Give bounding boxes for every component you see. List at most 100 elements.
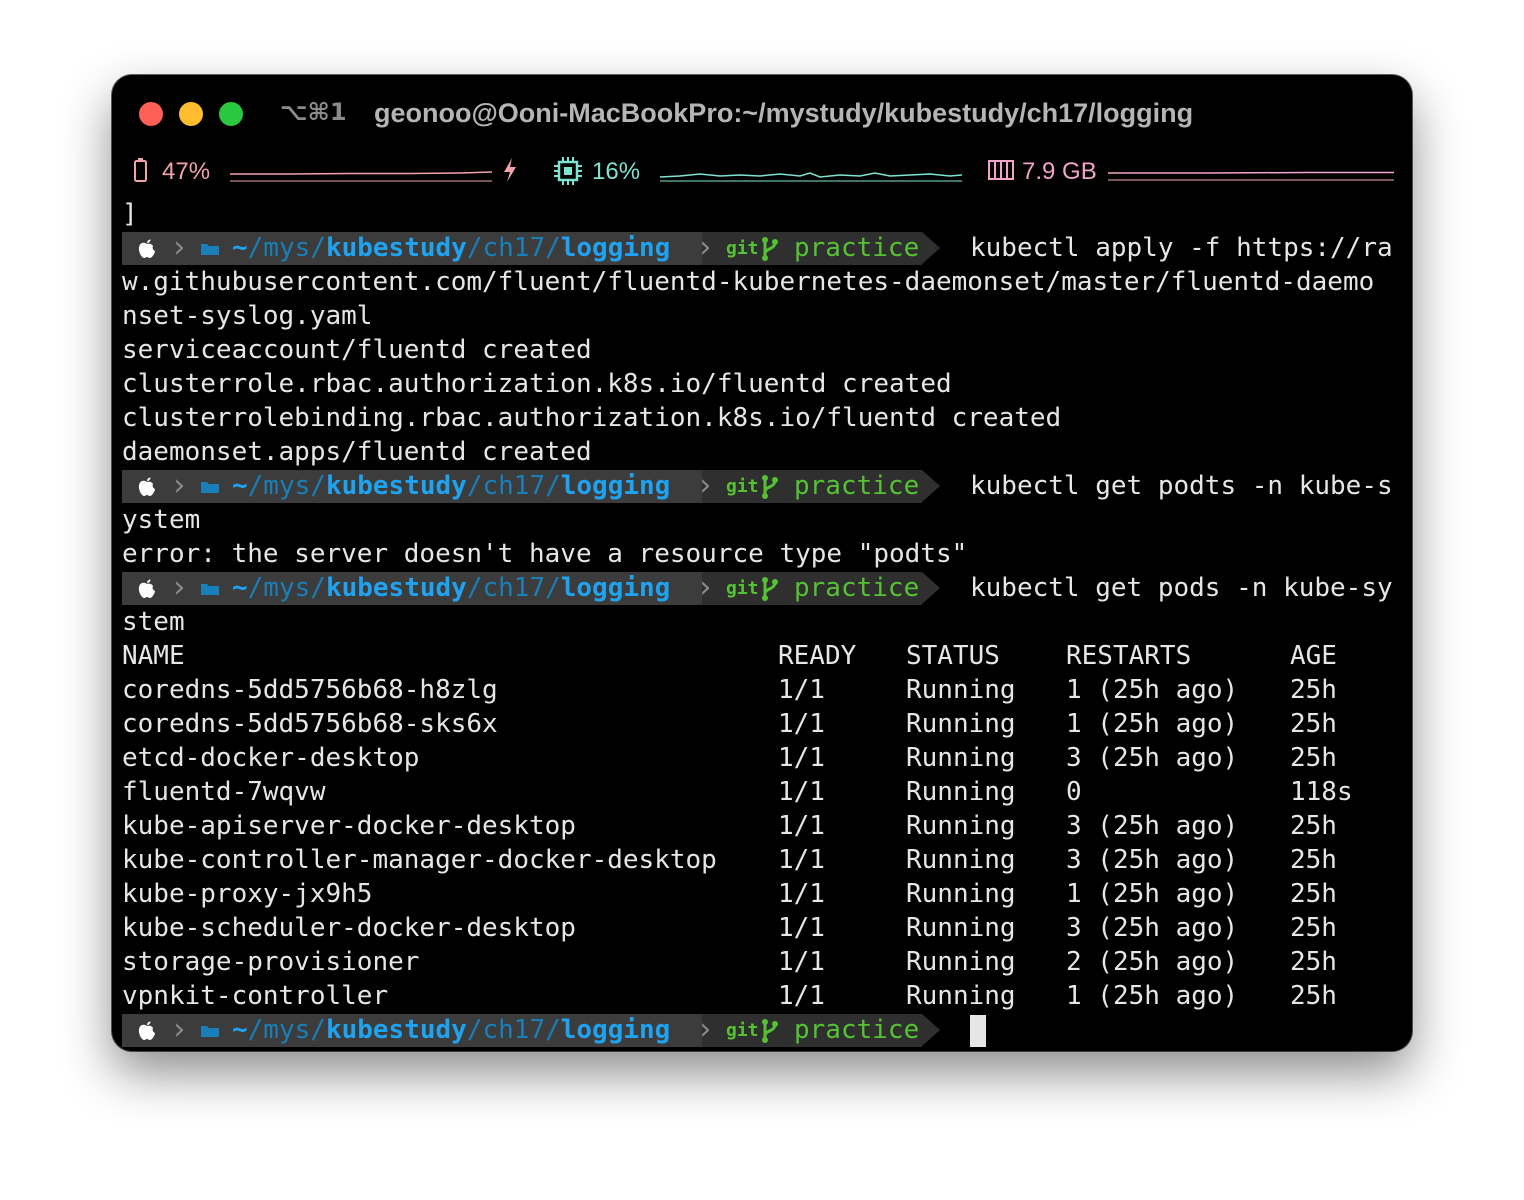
- terminal-window[interactable]: ⌥⌘1 geonoo@Ooni-MacBookPro:~/mystudy/kub…: [112, 75, 1412, 1051]
- table-cell: 1/1: [778, 981, 825, 1011]
- git-label: git: [726, 578, 759, 599]
- memory-sparkline: [1108, 171, 1394, 181]
- window-title: geonoo@Ooni-MacBookPro:~/mystudy/kubestu…: [374, 98, 1194, 128]
- git-branch: practice: [794, 1015, 920, 1045]
- prompt-line: › ~/mys/kubestudy/ch17/logging › git pra…: [122, 469, 1412, 503]
- battery-icon: [134, 158, 147, 182]
- table-row: kube-apiserver-docker-desktop 1/1 Running 3…: [122, 809, 1412, 843]
- folder-icon: [201, 482, 219, 493]
- table-header: NAME READY STATUS RESTARTS AGE: [122, 639, 1412, 673]
- table-cell: Running: [906, 879, 1016, 909]
- memory-usage: 7.9 GB: [1022, 158, 1097, 185]
- prompt-path: ~/mys/kubestudy/ch17/logging: [232, 573, 671, 603]
- text-cursor[interactable]: [970, 1015, 986, 1047]
- table-row: coredns-5dd5756b68-h8zlg 1/1 Running 1 (25h…: [122, 673, 1412, 707]
- output-line: ystem: [122, 505, 201, 535]
- segment-separator: ›: [696, 230, 715, 265]
- folder-icon: [201, 584, 219, 595]
- table-row: coredns-5dd5756b68-sks6x 1/1 Running 1 (25h…: [122, 707, 1412, 741]
- prompt: › ~/mys/kubestudy/ch17/logging › git pra…: [122, 572, 940, 605]
- status-bar: 47% 16% 7.9 GB: [112, 155, 1412, 191]
- minimize-button[interactable]: [179, 102, 203, 126]
- table-cell: vpnkit-controller: [122, 981, 389, 1011]
- git-label: git: [726, 1020, 759, 1041]
- prompt: › ~/mys/kubestudy/ch17/logging › git pra…: [122, 230, 940, 265]
- git-label: git: [726, 238, 759, 259]
- title-bar[interactable]: ⌥⌘1 geonoo@Ooni-MacBookPro:~/mystudy/kub…: [112, 75, 1412, 151]
- prompt-path: ~/mys/kubestudy/ch17/logging: [232, 471, 671, 501]
- prompt-line: › ~/mys/kubestudy/ch17/logging › git pra…: [122, 231, 1412, 265]
- table-cell: Running: [906, 811, 1016, 841]
- prompt-path: ~/mys/kubestudy/ch17/logging: [232, 233, 671, 263]
- table-cell: 1 (25h ago): [1066, 981, 1239, 1011]
- table-cell: 2 (25h ago): [1066, 947, 1239, 977]
- table-cell: 3 (25h ago): [1066, 811, 1239, 841]
- charging-bolt-icon: [504, 158, 516, 182]
- zoom-button[interactable]: [219, 102, 243, 126]
- table-cell: Running: [906, 777, 1016, 807]
- output-line: clusterrole.rbac.authorization.k8s.io/fl…: [122, 369, 952, 399]
- column-header: STATUS: [906, 641, 1000, 671]
- cpu-icon: [554, 157, 582, 185]
- table-cell: 25h: [1290, 743, 1337, 773]
- table-cell: Running: [906, 947, 1016, 977]
- table-cell: 1/1: [778, 879, 825, 909]
- table-cell: 1/1: [778, 845, 825, 875]
- pod-table-body: coredns-5dd5756b68-h8zlg 1/1 Running 1 (25h…: [122, 673, 1412, 1013]
- table-cell: 25h: [1290, 981, 1337, 1011]
- prompt-line: › ~/mys/kubestudy/ch17/logging › git pra…: [122, 1013, 1412, 1047]
- memory-icon: [988, 160, 1014, 180]
- table-cell: 3 (25h ago): [1066, 913, 1239, 943]
- table-cell: 1 (25h ago): [1066, 709, 1239, 739]
- table-cell: 1 (25h ago): [1066, 675, 1239, 705]
- table-cell: Running: [906, 845, 1016, 875]
- table-cell: kube-apiserver-docker-desktop: [122, 811, 576, 841]
- terminal-output[interactable]: ] › ~/mys/kubestudy/ch17/logging › git p…: [122, 197, 1412, 1047]
- column-header: RESTARTS: [1066, 641, 1192, 671]
- git-branch-icon: [762, 475, 778, 499]
- apple-icon: [138, 1021, 155, 1040]
- table-cell: 25h: [1290, 845, 1337, 875]
- table-cell: 3 (25h ago): [1066, 743, 1239, 773]
- table-cell: 1/1: [778, 913, 825, 943]
- cpu-percent: 16%: [592, 158, 641, 185]
- table-row: vpnkit-controller 1/1 Running 1 (25h ago) 25…: [122, 979, 1412, 1013]
- output-line: clusterrolebinding.rbac.authorization.k8…: [122, 403, 1062, 433]
- command-text: kubectl get pods -n kube-sy: [970, 573, 1393, 603]
- error-line: error: the server doesn't have a resourc…: [122, 539, 968, 569]
- output-line: nset-syslog.yaml: [122, 301, 373, 331]
- table-row: storage-provisioner 1/1 Running 2 (25h ago)…: [122, 945, 1412, 979]
- table-cell: coredns-5dd5756b68-h8zlg: [122, 675, 498, 705]
- prompt-path: ~/mys/kubestudy/ch17/logging: [232, 1015, 671, 1045]
- git-branch: practice: [794, 573, 920, 603]
- table-cell: 25h: [1290, 879, 1337, 909]
- prompt: › ~/mys/kubestudy/ch17/logging › git pra…: [122, 1014, 940, 1047]
- command-text: kubectl get podts -n kube-s: [970, 471, 1393, 501]
- table-cell: 1/1: [778, 675, 825, 705]
- column-header: READY: [778, 641, 857, 671]
- table-cell: Running: [906, 709, 1016, 739]
- table-row: etcd-docker-desktop 1/1 Running 3 (25h ago)…: [122, 741, 1412, 775]
- close-button[interactable]: [139, 102, 163, 126]
- table-cell: 25h: [1290, 675, 1337, 705]
- battery-sparkline: [230, 171, 492, 182]
- apple-icon: [138, 239, 155, 258]
- output-line: daemonset.apps/fluentd created: [122, 437, 592, 467]
- command-text: kubectl apply -f https://ra: [970, 233, 1393, 263]
- segment-separator: ›: [696, 1012, 715, 1047]
- output-line: ]: [122, 199, 138, 229]
- table-cell: 1/1: [778, 743, 825, 773]
- table-cell: etcd-docker-desktop: [122, 743, 420, 773]
- output-line: serviceaccount/fluentd created: [122, 335, 592, 365]
- battery-percent: 47%: [162, 158, 211, 185]
- table-cell: kube-controller-manager-docker-desktop: [122, 845, 717, 875]
- apple-icon: [138, 477, 155, 496]
- table-cell: 25h: [1290, 811, 1337, 841]
- segment-separator: ›: [170, 230, 189, 265]
- table-cell: 1 (25h ago): [1066, 879, 1239, 909]
- table-cell: 1/1: [778, 709, 825, 739]
- prompt-line: › ~/mys/kubestudy/ch17/logging › git pra…: [122, 571, 1412, 605]
- table-cell: kube-scheduler-docker-desktop: [122, 913, 576, 943]
- git-branch-icon: [762, 577, 778, 601]
- table-cell: Running: [906, 981, 1016, 1011]
